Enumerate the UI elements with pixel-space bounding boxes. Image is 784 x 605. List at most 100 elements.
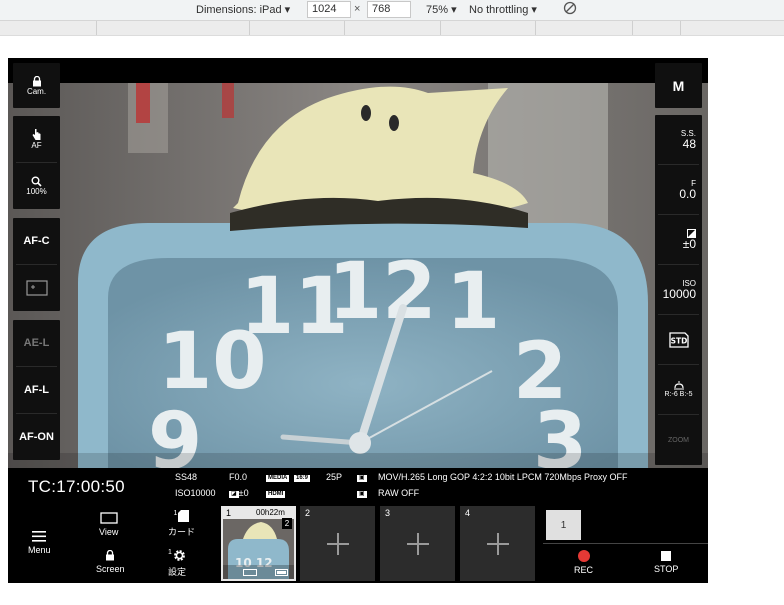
settings-button[interactable]: 1 設定 xyxy=(168,549,186,578)
device-ruler xyxy=(0,21,784,36)
card-button[interactable]: 1 カード xyxy=(168,510,195,538)
screen-lock-icon xyxy=(106,550,115,561)
info-ss: SS48 xyxy=(175,472,198,482)
clip-proxy-icon xyxy=(243,569,257,576)
info-fps: 25P xyxy=(326,472,343,482)
iso-value: 10000 xyxy=(662,286,696,301)
live-view[interactable]: 11 12 1 10 2 9 3 xyxy=(8,83,708,468)
raw-status: RAW OFF xyxy=(378,488,420,498)
dimensions-label: Dimensions: iPad xyxy=(196,4,282,16)
camera-lock-group: Cam. xyxy=(13,63,60,108)
std-profile-icon: STD xyxy=(668,331,689,348)
cam-lock-button[interactable]: Cam. xyxy=(13,63,60,108)
shooting-mode-value: M xyxy=(672,77,685,94)
ae-l-label: AE-L xyxy=(23,337,50,349)
media-badge-text: MEDIA xyxy=(266,475,290,482)
devtools-toolbar: Dimensions: iPad ▾ 1024 × 768 75% ▾ No t… xyxy=(0,0,784,21)
clip-1-duration: 00h22m xyxy=(256,508,285,517)
exposure-comp-button[interactable]: ±0 xyxy=(655,215,702,264)
card-number: 1 xyxy=(173,510,178,517)
throttle-label: No throttling xyxy=(469,4,529,16)
clip-slot-4[interactable]: 4 xyxy=(460,506,535,581)
shooting-mode-group: M xyxy=(655,63,702,108)
white-balance-button[interactable]: R:-6 B:-5 xyxy=(655,365,702,414)
svg-text:12: 12 xyxy=(328,247,437,337)
focus-area-button[interactable] xyxy=(13,265,60,311)
info-f: F0.0 xyxy=(229,472,248,482)
add-clip-icon xyxy=(460,506,535,581)
view-button[interactable]: View xyxy=(99,512,118,537)
focus-area-icon xyxy=(25,280,48,296)
settings-label: 設定 xyxy=(168,567,187,577)
card-label: カード xyxy=(168,527,196,537)
view-label: View xyxy=(99,527,119,537)
hamburger-menu-icon xyxy=(32,531,47,542)
white-balance-icon xyxy=(673,381,684,390)
touch-hand-icon xyxy=(32,129,40,140)
picture-profile-button[interactable]: STD xyxy=(655,315,702,364)
svg-text:10: 10 xyxy=(158,317,267,407)
iso-button[interactable]: ISO 10000 xyxy=(655,265,702,314)
af-on-button[interactable]: AF-ON xyxy=(13,414,60,460)
gear-icon xyxy=(174,550,185,561)
af-touch-button[interactable]: AF xyxy=(13,116,60,162)
focus-mode-group: AF-C xyxy=(13,218,60,311)
rec-button[interactable]: REC xyxy=(574,550,593,575)
af-c-button[interactable]: AF-C xyxy=(13,218,60,264)
clip-1-number: 1 xyxy=(226,508,232,518)
media-badge: MEDIA xyxy=(266,472,290,483)
ae-l-button[interactable]: AE-L xyxy=(13,320,60,366)
rotate-icon[interactable] xyxy=(563,1,577,15)
record-icon xyxy=(577,550,590,562)
zoom-label: 75% xyxy=(426,4,449,16)
device-dimensions-dropdown[interactable]: Dimensions: iPad ▾ xyxy=(196,3,290,16)
af-c-label: AF-C xyxy=(23,235,50,247)
af-l-label: AF-L xyxy=(23,384,50,396)
stop-icon xyxy=(661,551,672,561)
height-input[interactable]: 768 xyxy=(367,1,411,18)
settings-icon-wrap: 1 xyxy=(168,549,186,565)
f-number-button[interactable]: F 0.0 xyxy=(655,165,702,214)
af-label: AF xyxy=(31,141,42,150)
shutter-speed-button[interactable]: S.S. 48 xyxy=(655,115,702,164)
cam-label: Cam. xyxy=(26,86,47,96)
info-ev-value: ±0 xyxy=(238,488,249,498)
clip-slot-1[interactable]: 1 00h22m 10 12 2 xyxy=(221,506,296,581)
focus-touch-group: AF 100% xyxy=(13,116,60,209)
magnify-button[interactable]: 100% xyxy=(13,163,60,209)
zoom-button[interactable]: ZOOM xyxy=(655,415,702,465)
info-iso: ISO10000 xyxy=(175,488,216,498)
status-info-bar: TC:17:00:50 SS48 F0.0 MEDIA 16:9 25P ▣ M… xyxy=(8,468,708,506)
media-slot-button[interactable]: 1 xyxy=(546,510,581,540)
shooting-mode-button[interactable]: M xyxy=(655,63,702,108)
rec-label: REC xyxy=(574,565,594,575)
throttle-dropdown[interactable]: No throttling ▾ xyxy=(469,3,537,16)
zoom-label: ZOOM xyxy=(668,436,689,444)
rec-divider xyxy=(543,543,708,544)
clip-1-badge: 2 xyxy=(282,518,292,529)
menu-button[interactable]: Menu xyxy=(28,531,51,555)
stop-label: STOP xyxy=(654,564,679,574)
width-input[interactable]: 1024 xyxy=(307,1,351,18)
lock-buttons-group: AE-L AF-L AF-ON xyxy=(13,320,60,460)
clip-slot-2[interactable]: 2 xyxy=(300,506,375,581)
screen-lock-button[interactable]: Screen xyxy=(96,550,125,574)
menu-label: Menu xyxy=(28,545,51,555)
ev-value: ±0 xyxy=(682,236,696,251)
recording-format: MOV/H.265 Long GOP 4:2:2 10bit LPCM 720M… xyxy=(378,472,628,482)
settings-number: 1 xyxy=(168,549,172,556)
magnify-label: 100% xyxy=(26,187,47,196)
ss-value: 48 xyxy=(682,136,696,151)
stop-button[interactable]: STOP xyxy=(654,551,678,574)
monitor-icon xyxy=(100,512,118,524)
ev-icon: ◪ xyxy=(229,491,239,498)
codec-icon: ▣ xyxy=(357,475,367,482)
info-ev: ◪ ±0 xyxy=(229,488,249,499)
zoom-dropdown[interactable]: 75% ▾ xyxy=(426,3,457,16)
add-clip-icon xyxy=(300,506,375,581)
clip-slot-3[interactable]: 3 xyxy=(380,506,455,581)
screen-label: Screen xyxy=(96,564,125,574)
af-l-button[interactable]: AF-L xyxy=(13,367,60,413)
card-icon-wrap: 1 xyxy=(174,510,190,525)
hdmi-badge-text: HDMI xyxy=(266,491,286,498)
